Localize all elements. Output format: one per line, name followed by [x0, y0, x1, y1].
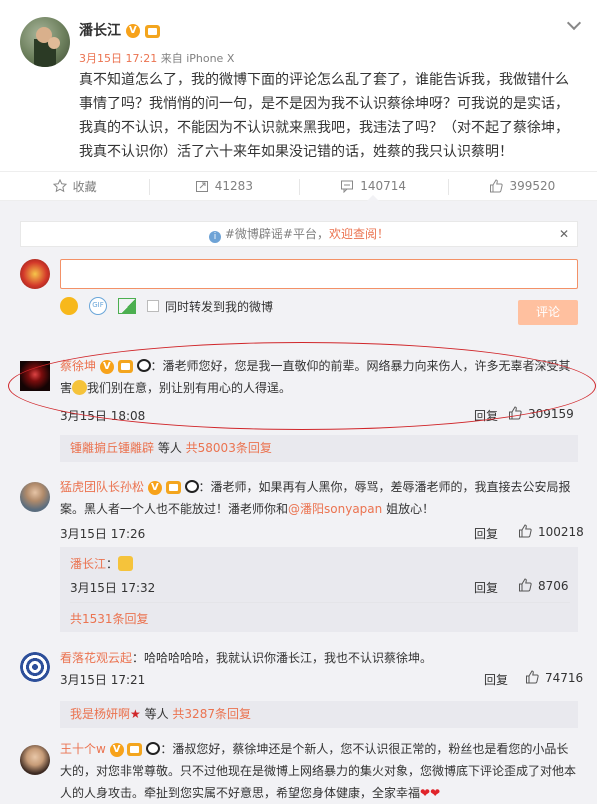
- composer-tools: GIF 同时转发到我的微博: [60, 297, 273, 315]
- comment-2: 猛虎团队长孙松 V ：潘老师，如果再有人黑你，辱骂，差辱潘老师的，我直接去公安局…: [60, 480, 571, 516]
- highlight-ellipse: [8, 342, 596, 430]
- chevron-down-icon[interactable]: [566, 15, 582, 31]
- verified-icon: V: [109, 742, 124, 757]
- commenter-avatar[interactable]: [20, 652, 50, 682]
- gif-icon[interactable]: GIF: [89, 297, 107, 315]
- more-replies-link[interactable]: 共1531条回复: [70, 610, 149, 627]
- comment-icon: [340, 179, 354, 194]
- vip-crown-icon: [144, 24, 160, 38]
- post-source: 来自 iPhone X: [160, 52, 235, 65]
- close-icon[interactable]: ✕: [559, 222, 569, 246]
- post-time[interactable]: 3月15日 17:21: [79, 52, 157, 65]
- heart-icon: ❤❤: [420, 786, 441, 800]
- repost-icon: [195, 179, 209, 193]
- sync-label: 同时转发到我的微博: [165, 299, 274, 314]
- thumbs-up-icon: [525, 670, 539, 684]
- thumbs-up-icon: [489, 179, 504, 193]
- post-text: 真不知道怎么了，我的微博下面的评论怎么乱了套了，谁能告诉我，我做错什么事情了吗？…: [79, 72, 569, 160]
- reply-time: 3月15日 17:32: [70, 581, 156, 595]
- submit-comment-button[interactable]: 评论: [518, 300, 578, 325]
- thumbs-up-icon: [518, 578, 532, 592]
- user-avatar: [20, 259, 50, 289]
- post-author[interactable]: 潘长江 V: [79, 20, 160, 40]
- info-icon: i: [209, 231, 222, 243]
- star-icon: [52, 178, 67, 193]
- verified-icon: V: [125, 24, 140, 38]
- comment-like-button[interactable]: 74716: [525, 670, 583, 685]
- reply-button[interactable]: 回复: [474, 525, 498, 542]
- collect-button[interactable]: 收藏: [0, 172, 149, 200]
- repost-button[interactable]: 41283: [149, 172, 298, 200]
- vip-crown-icon: [127, 743, 143, 756]
- comment-button[interactable]: 140714: [298, 172, 448, 201]
- reply-like-button[interactable]: 8706: [518, 578, 569, 593]
- image-icon[interactable]: [118, 298, 136, 314]
- action-bar: 收藏 41283 140714 399520: [0, 171, 597, 201]
- emoji-icon[interactable]: [60, 297, 78, 315]
- star-badge-icon: ★: [130, 707, 141, 721]
- comment-4: 王十个w V ：潘叔您好，蔡徐坤还是个新人，您不认识很正常的，粉丝也是看您的小品…: [60, 742, 577, 800]
- reply-item: 潘长江：: [70, 553, 134, 575]
- more-replies-box[interactable]: 锺離掮丘锺離辟 等人 共58003条回复: [60, 435, 578, 462]
- commenter-avatar[interactable]: [20, 745, 50, 775]
- comment-3: 看落花观云起：哈哈哈哈哈，我就认识你潘长江，我也不认识蔡徐坤。: [60, 651, 433, 665]
- like-button[interactable]: 399520: [447, 172, 597, 200]
- vip-crown-icon: [165, 481, 181, 494]
- commenter-avatar[interactable]: [20, 482, 50, 512]
- thumbs-emoji-icon: [118, 556, 134, 571]
- thumbs-up-icon: [518, 524, 532, 538]
- reply-button[interactable]: 回复: [474, 579, 498, 596]
- comment-like-button[interactable]: 100218: [518, 524, 584, 539]
- verified-icon: V: [147, 480, 162, 495]
- sync-checkbox[interactable]: [147, 300, 159, 312]
- comment-time: 3月15日 17:26: [60, 527, 146, 541]
- more-replies-box[interactable]: 我是杨妍啊★ 等人 共3287条回复: [60, 701, 578, 728]
- rumor-notice: i #微博辟谣#平台，欢迎查阅！ ✕: [20, 221, 578, 247]
- comment-input[interactable]: [60, 259, 578, 289]
- panda-icon: [184, 480, 199, 493]
- author-avatar[interactable]: [20, 17, 70, 67]
- comment-time: 3月15日 17:21: [60, 673, 146, 687]
- panda-icon: [146, 742, 161, 755]
- post-meta: 3月15日 17:21 来自 iPhone X: [79, 50, 234, 66]
- divider: [70, 602, 570, 603]
- reply-button[interactable]: 回复: [484, 671, 508, 688]
- notice-link[interactable]: 欢迎查阅！: [329, 227, 389, 241]
